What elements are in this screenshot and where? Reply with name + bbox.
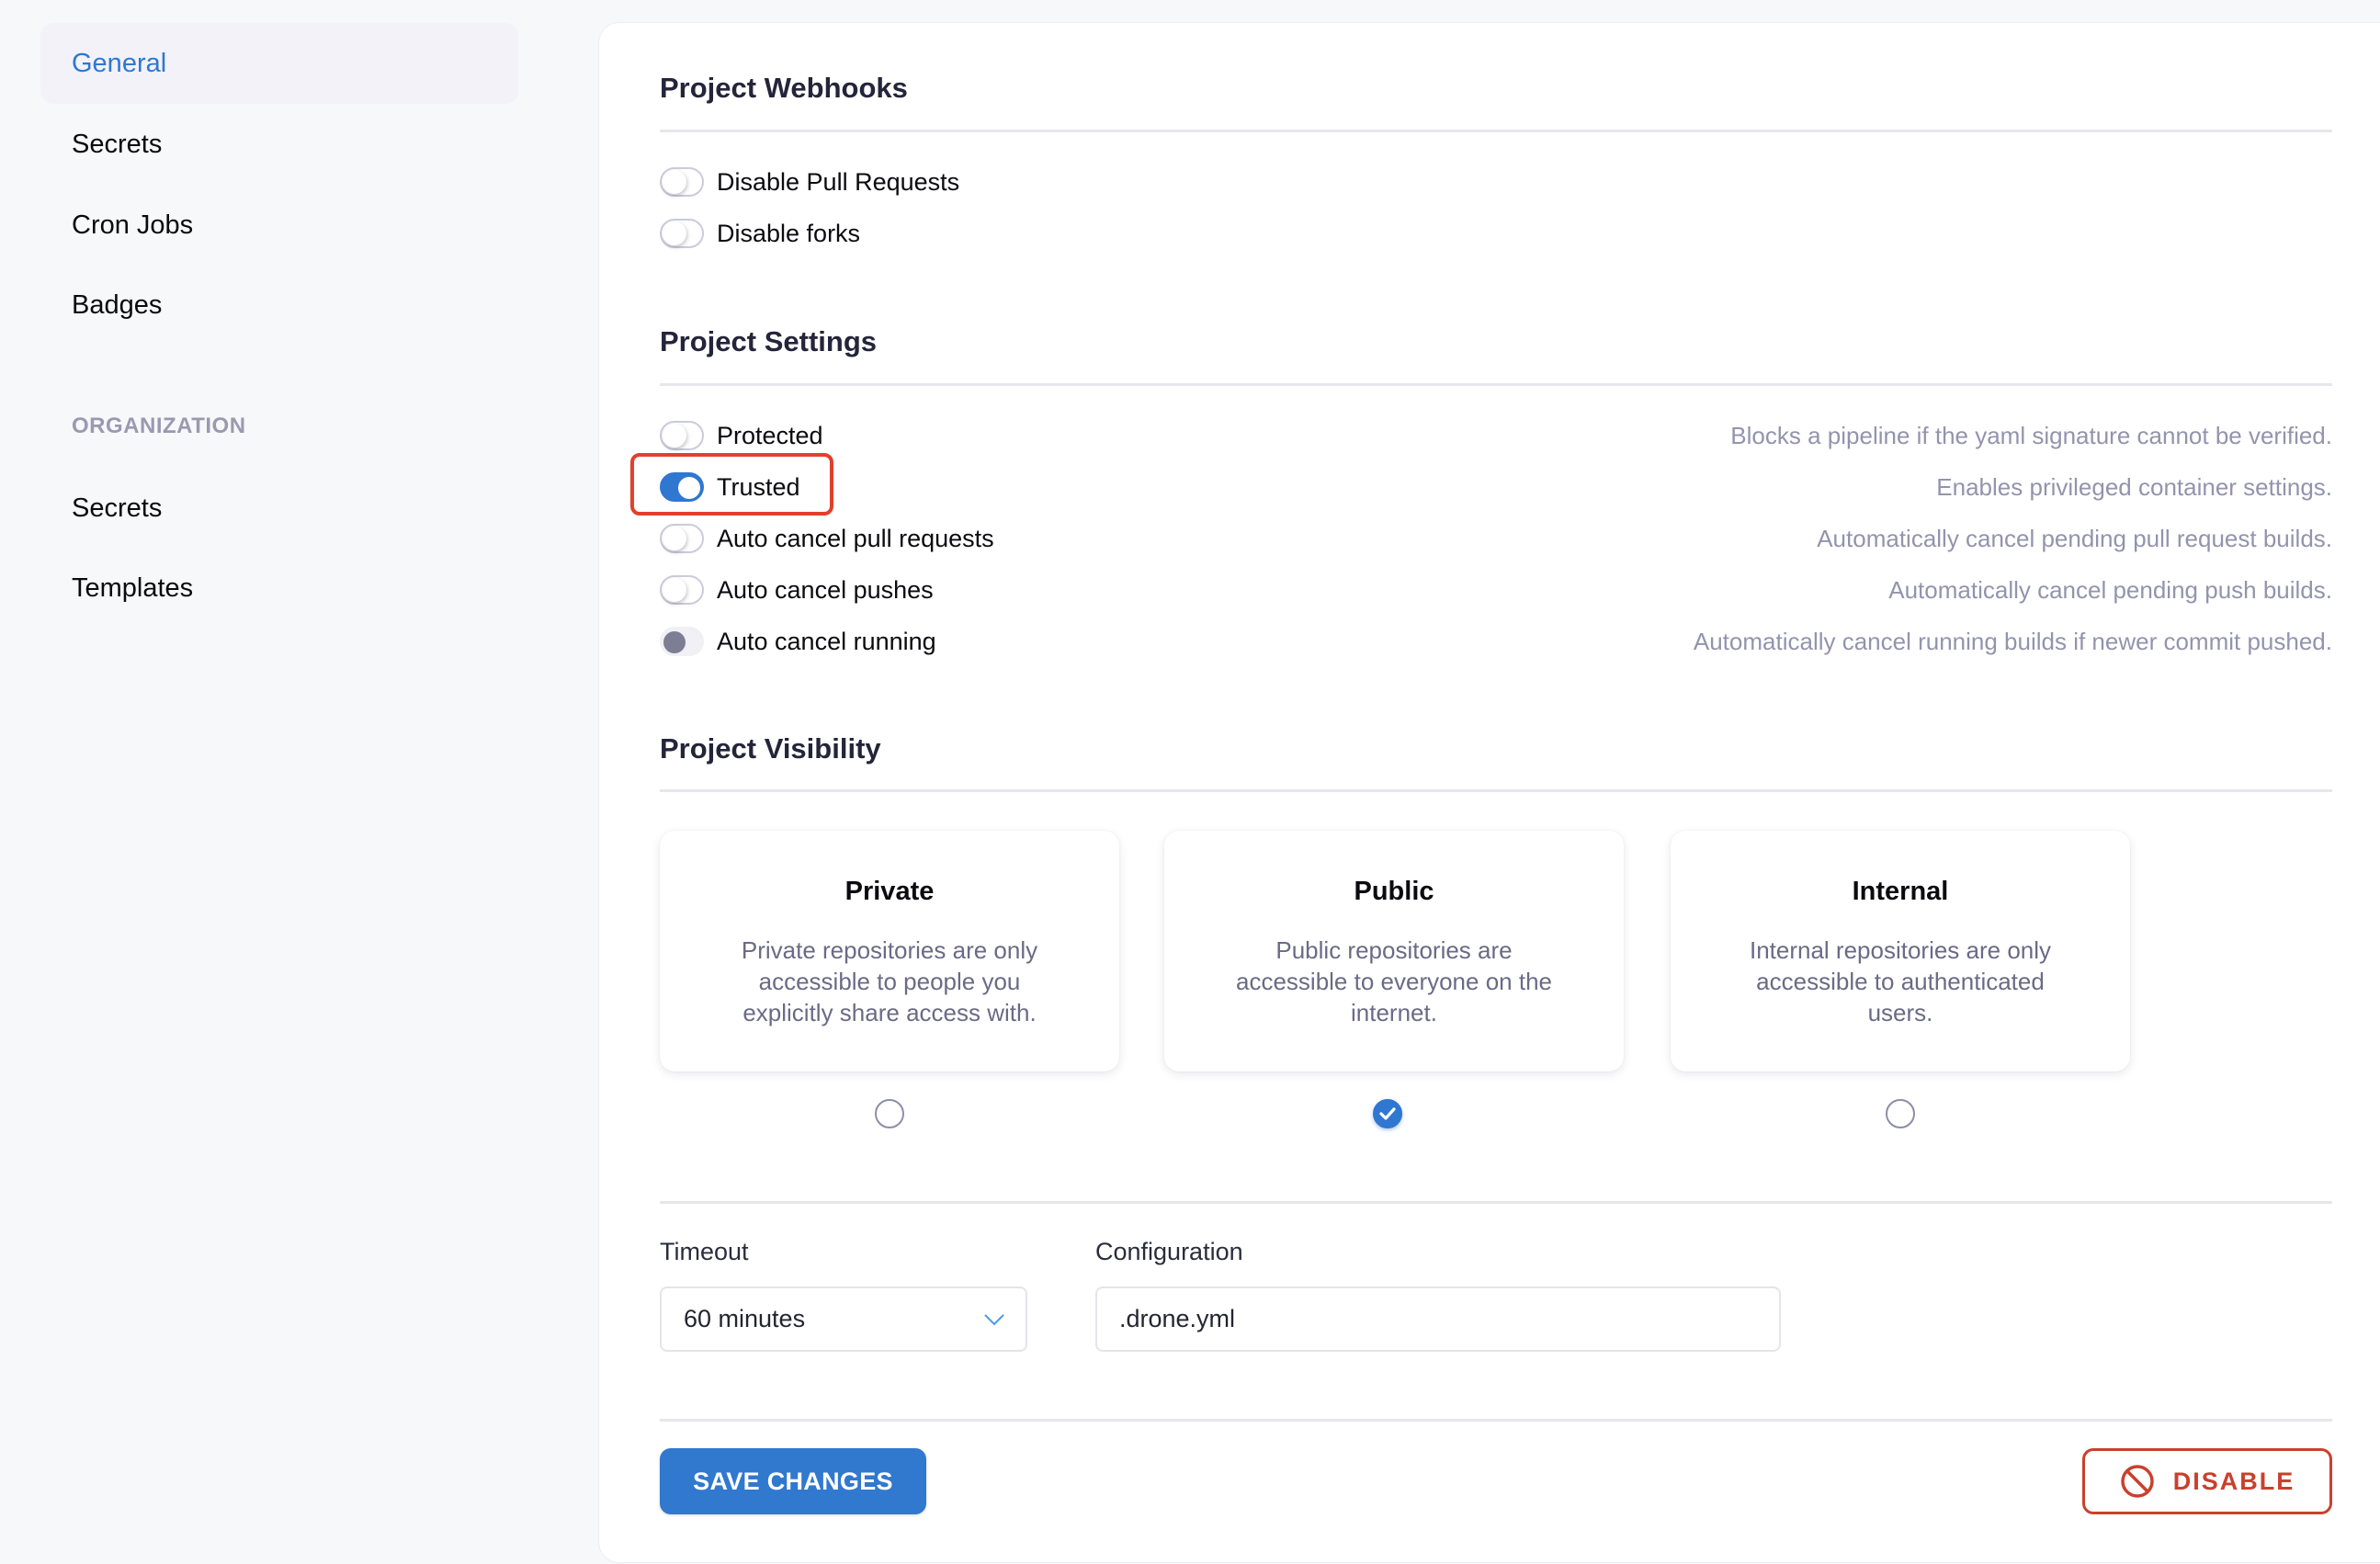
checkmark-icon [1379,1107,1396,1120]
card-title: Private [844,877,935,906]
toggle-knob [663,578,686,602]
timeout-select[interactable]: 60 minutes [660,1286,1027,1352]
timeout-label: Timeout [660,1238,749,1265]
divider [660,1419,2332,1422]
toggle-knob [663,527,686,550]
toggle-knob [663,221,686,245]
configuration-label: Configuration [1095,1238,1243,1265]
disable-button-label: DISABLE [2172,1467,2295,1495]
card-description: Private repositories are only accessible… [741,936,1038,1026]
sidebar-item-cron-jobs[interactable]: Cron Jobs [40,185,518,266]
sidebar-item-label: General [72,48,167,78]
sidebar-item-label: Secrets [72,129,163,159]
webhooks-heading: Project Webhooks [660,72,908,104]
sidebar-item-label: Secrets [72,493,163,523]
sidebar-item-label: Cron Jobs [72,210,194,240]
internal-radio[interactable] [1886,1099,1915,1128]
sidebar-section-organization: ORGANIZATION [72,414,246,438]
card-description: Public repositories are accessible to ev… [1236,936,1552,1026]
chevron-down-icon [984,1314,1004,1326]
sidebar-item-templates[interactable]: Templates [40,548,518,629]
auto-cancel-running-toggle[interactable] [660,627,704,656]
sidebar-item-general[interactable]: General [40,23,518,104]
auto-cancel-running-description: Automatically cancel running builds if n… [1693,628,2332,655]
toggle-label: Auto cancel pushes [717,575,934,604]
save-changes-button[interactable]: SAVE CHANGES [660,1448,926,1514]
visibility-heading: Project Visibility [660,732,881,765]
toggle-label: Protected [717,421,823,449]
public-radio[interactable] [1373,1099,1402,1128]
toggle-label: Auto cancel pull requests [717,524,994,552]
divider [660,383,2332,386]
divider [660,789,2332,792]
card-title: Internal [1852,877,1949,906]
toggle-row-disable-forks: Disable forks [660,215,860,252]
settings-heading: Project Settings [660,325,877,357]
disable-pull-requests-toggle[interactable] [660,167,704,197]
toggle-knob [663,631,686,653]
visibility-card-public[interactable]: Public Public repositories are accessibl… [1164,831,1624,1071]
divider [660,130,2332,132]
settings-panel: Project Webhooks Disable Pull Requests D… [599,23,2380,1562]
trusted-description: Enables privileged container settings. [1936,473,2332,501]
auto-cancel-pushes-toggle[interactable] [660,575,704,605]
toggle-label: Disable forks [717,219,861,247]
private-radio[interactable] [875,1099,904,1128]
card-description: Internal repositories are only accessibl… [1749,936,2052,1026]
configuration-input[interactable] [1095,1286,1781,1352]
timeout-select-value: 60 minutes [684,1305,806,1332]
toggle-row-protected: Protected [660,417,823,454]
toggle-row-auto-cancel-pull-requests: Auto cancel pull requests [660,520,994,557]
sidebar-item-badges[interactable]: Badges [40,265,518,346]
visibility-card-private[interactable]: Private Private repositories are only ac… [660,831,1119,1071]
sidebar-item-org-secrets[interactable]: Secrets [40,468,518,549]
sidebar-item-label: Badges [72,289,163,320]
toggle-knob [663,170,686,194]
auto-cancel-pull-requests-description: Automatically cancel pending pull reques… [1817,525,2332,552]
auto-cancel-pushes-description: Automatically cancel pending push builds… [1888,576,2332,604]
trusted-highlight-box [630,453,833,516]
sidebar-item-label: Templates [72,572,194,603]
disable-button[interactable]: DISABLE [2082,1448,2332,1514]
toggle-row-disable-pull-requests: Disable Pull Requests [660,164,959,200]
protected-toggle[interactable] [660,421,704,450]
toggle-knob [663,424,686,448]
divider [660,1201,2332,1204]
prohibited-icon [2120,1465,2154,1498]
toggle-label: Auto cancel running [717,627,936,655]
disable-forks-toggle[interactable] [660,219,704,248]
toggle-row-auto-cancel-pushes: Auto cancel pushes [660,572,934,608]
card-title: Public [1354,877,1434,906]
toggle-label: Disable Pull Requests [717,167,960,196]
toggle-row-auto-cancel-running: Auto cancel running [660,623,936,660]
auto-cancel-pull-requests-toggle[interactable] [660,524,704,553]
protected-description: Blocks a pipeline if the yaml signature … [1730,422,2332,449]
sidebar: General Secrets Cron Jobs Badges ORGANIZ… [0,0,551,1564]
visibility-card-internal[interactable]: Internal Internal repositories are only … [1671,831,2130,1071]
sidebar-item-secrets[interactable]: Secrets [40,104,518,185]
